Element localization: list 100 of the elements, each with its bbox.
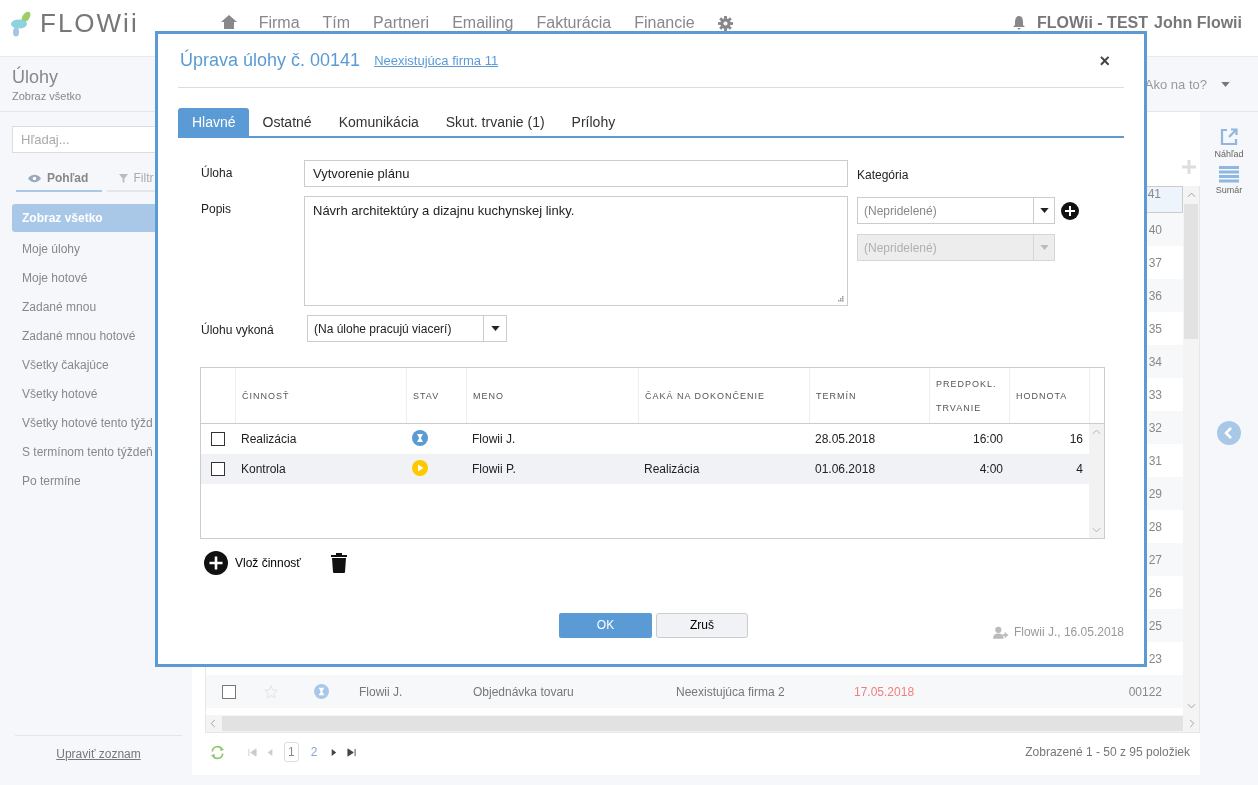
trash-icon[interactable]: [330, 553, 347, 573]
add-activity-button[interactable]: Vlož činnosť: [204, 551, 301, 575]
edit-list-link[interactable]: Upraviť zoznam: [56, 747, 141, 761]
column-header: ČINNOSŤ: [235, 368, 406, 423]
scrollbar-thumb[interactable]: [222, 716, 1183, 731]
pagination-summary: Zobrazené 1 - 50 z 95 položiek: [1025, 745, 1190, 759]
checkbox[interactable]: [221, 684, 236, 699]
hourglass-icon: [313, 684, 329, 699]
external-link-icon[interactable]: [1219, 127, 1239, 147]
caret-icon: [1221, 81, 1230, 87]
table-cell-text: 23: [1148, 651, 1163, 666]
table-cell-text: Realizácia: [240, 432, 298, 446]
page-link[interactable]: 1: [284, 742, 299, 762]
table-cell-text: 00122: [1128, 684, 1163, 699]
checkbox[interactable]: [211, 462, 225, 476]
table-cell-text: 31: [1148, 453, 1163, 468]
table-cell-text: 28.05.2018: [814, 432, 877, 446]
column-header: HODNOTA: [1009, 368, 1089, 423]
table-cell-text: 16: [1068, 432, 1084, 446]
nav-link[interactable]: Financie: [634, 14, 695, 32]
user-add-icon: [992, 625, 1009, 639]
table-cell-text: Flowii P.: [471, 462, 517, 476]
table-cell-text: 34: [1148, 354, 1163, 369]
field-label: Popis: [201, 201, 233, 218]
table-cell-text: Neexistujúca firma 2: [675, 684, 786, 699]
table-cell-text: Flowii J.: [358, 684, 404, 699]
cancel-button[interactable]: Zruš: [656, 612, 748, 638]
table-cell-text: 29: [1148, 486, 1163, 501]
table-cell-text: 26: [1148, 585, 1163, 600]
table-cell-text: 33: [1148, 387, 1163, 402]
scroll-up-icon[interactable]: [1186, 192, 1196, 198]
table-cell-text: 25: [1148, 618, 1163, 633]
bell-icon[interactable]: [1013, 16, 1026, 30]
account-name[interactable]: FLOWii - TEST: [1037, 14, 1148, 32]
table-cell-text: 4:00: [978, 462, 1004, 476]
chevron-left-icon[interactable]: [1217, 421, 1241, 445]
scroll-down-icon[interactable]: [1186, 703, 1196, 709]
previous-page-icon[interactable]: [266, 747, 275, 757]
description-field[interactable]: Návrh architektúry a dizajnu kuchynskej linky.: [304, 196, 848, 306]
nav-link[interactable]: Fakturácia: [536, 14, 612, 32]
tab[interactable]: Komunikácia: [324, 108, 432, 136]
table-cell-text: 17.05.2018: [853, 684, 915, 699]
list-icon[interactable]: [1219, 165, 1239, 183]
table-cell-text: Flowii J.: [471, 432, 517, 446]
dialog-title: Úprava úlohy č. 00141: [180, 50, 361, 71]
column-header: PREDPOKL. TRVANIE: [929, 368, 1009, 423]
table-cell-text: Kontrola: [240, 462, 287, 476]
table-cell-text: 16:00: [971, 432, 1004, 446]
next-page-icon[interactable]: [329, 747, 339, 757]
add-icon[interactable]: [1061, 201, 1079, 220]
rail-label[interactable]: Sumár: [1215, 185, 1243, 195]
page-link[interactable]: 2: [307, 743, 321, 761]
scroll-right-icon[interactable]: [1189, 719, 1195, 728]
table-cell-text: 41: [1147, 187, 1162, 203]
task-field[interactable]: Vytvorenie plánu: [304, 160, 848, 187]
nav-link[interactable]: Firma: [258, 14, 300, 32]
field-label: Úlohu vykoná: [201, 321, 275, 339]
table-cell: Realizácia: [644, 462, 700, 476]
tab[interactable]: Prílohy: [557, 108, 629, 136]
column-header: MENO: [466, 368, 638, 423]
tab[interactable]: Skut. trvanie (1): [431, 108, 558, 136]
table-cell-text: 40: [1148, 222, 1163, 237]
settings-icon[interactable]: [717, 16, 733, 31]
ok-button[interactable]: OK: [559, 612, 652, 638]
page-title: Úlohy: [12, 66, 60, 88]
field-label: Kategória: [857, 167, 910, 182]
user-name[interactable]: John Flowii: [1154, 14, 1242, 32]
table-cell-text: 32: [1148, 420, 1163, 435]
refresh-icon[interactable]: [210, 744, 225, 760]
first-page-icon[interactable]: [248, 747, 257, 757]
close-button[interactable]: ×: [1085, 51, 1124, 70]
scrollbar-thumb[interactable]: [1184, 204, 1198, 339]
table-cell-text: 27: [1148, 552, 1163, 567]
scroll-down-icon[interactable]: [1092, 527, 1101, 533]
last-page-icon[interactable]: [347, 747, 357, 757]
table-cell-text: 28: [1148, 519, 1163, 534]
column-header: STAV: [406, 368, 466, 423]
resize-grip-icon[interactable]: [838, 296, 844, 302]
scroll-up-icon[interactable]: [1092, 429, 1101, 435]
table-cell-text: 4: [1075, 462, 1084, 476]
rail-label[interactable]: Náhľad: [1214, 149, 1244, 159]
home-icon[interactable]: [220, 15, 237, 29]
table-cell-text: Objednávka tovaru: [472, 684, 575, 699]
dropdown-button[interactable]: [1033, 197, 1055, 224]
tab[interactable]: Hlavné: [178, 108, 249, 136]
checkbox[interactable]: [211, 432, 225, 446]
nav-link[interactable]: Emailing: [452, 14, 514, 32]
view-tab[interactable]: Pohľad: [16, 167, 102, 192]
logo-text: FLOWii: [40, 8, 139, 39]
tab[interactable]: Ostatné: [248, 108, 325, 136]
nav-link[interactable]: Tím: [322, 14, 351, 32]
category-select[interactable]: (Nepridelené): [857, 197, 1033, 224]
page-subtitle: Zobraz všetko: [12, 89, 82, 102]
add-icon: [204, 551, 228, 575]
nav-link[interactable]: Partneri: [373, 14, 430, 32]
assignee-select[interactable]: (Na úlohe pracujú viacerí): [307, 315, 507, 342]
scroll-left-icon[interactable]: [210, 719, 216, 728]
table-cell-text: 35: [1148, 321, 1163, 336]
table-cell-text: 01.06.2018: [814, 462, 877, 476]
company-link[interactable]: Neexistujúca firma 11: [374, 53, 499, 68]
